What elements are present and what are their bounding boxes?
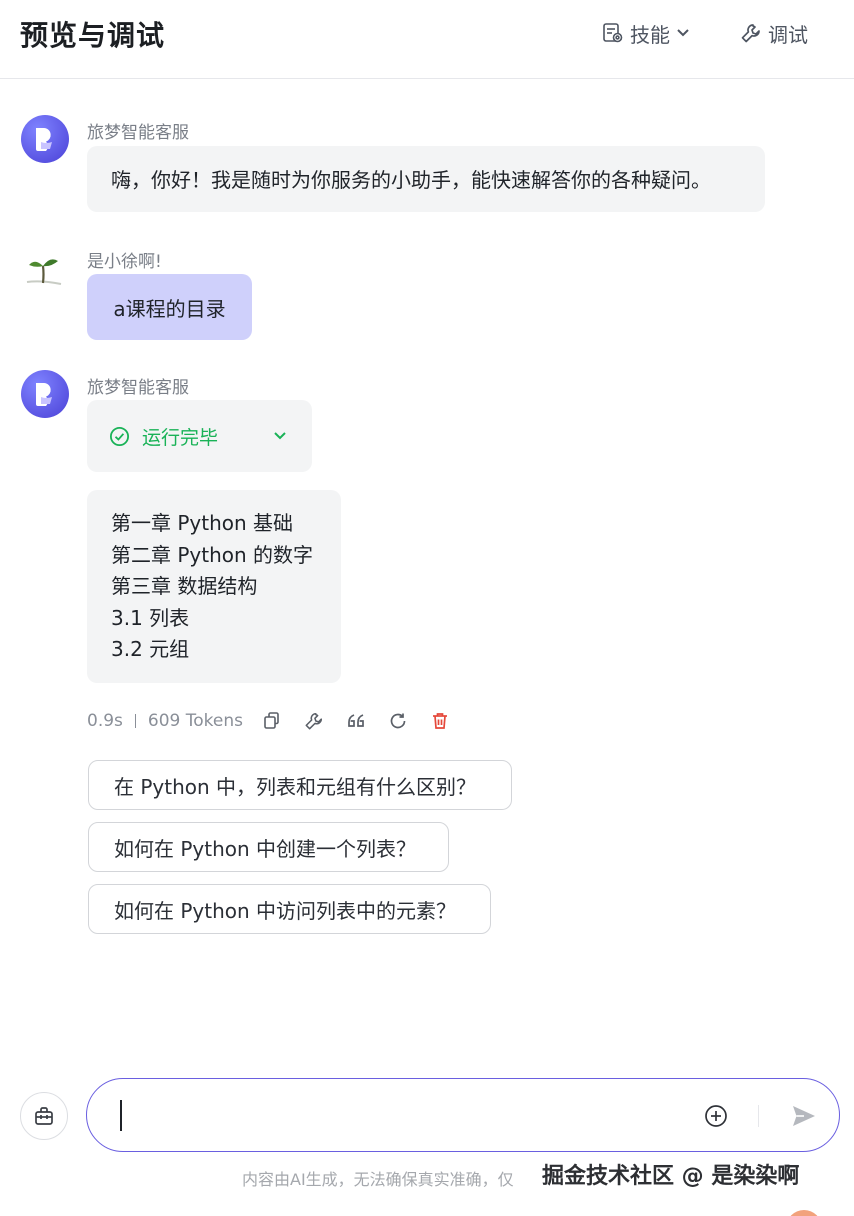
suggestion-chip[interactable]: 如何在 Python 中访问列表中的元素？ xyxy=(88,884,491,934)
user-avatar xyxy=(21,246,69,294)
user-message-text: a课程的目录 xyxy=(113,296,226,321)
add-attachment-button[interactable] xyxy=(703,1103,729,1129)
quote-icon xyxy=(348,714,364,727)
answer-line: 第一章 Python 基础 xyxy=(111,511,294,535)
send-button[interactable] xyxy=(790,1102,818,1130)
meta-divider xyxy=(134,714,136,728)
bot-answer-bubble: 第一章 Python 基础 第二章 Python 的数字 第三章 数据结构 3.… xyxy=(87,490,341,683)
copy-button[interactable] xyxy=(262,708,304,734)
chevron-down-icon xyxy=(676,26,690,40)
chat-input[interactable] xyxy=(125,1097,685,1135)
user-name: 是小徐啊! xyxy=(87,252,162,272)
text-caret xyxy=(120,1100,122,1131)
debug-action-button[interactable] xyxy=(304,708,346,734)
ai-disclaimer: 内容由AI生成，无法确保真实准确，仅 xyxy=(242,1170,514,1189)
debug-label: 调试 xyxy=(768,22,808,47)
bot-logo-icon xyxy=(36,128,52,151)
preview-debug-panel: 预览与调试 技能 调试 旅梦智能客服 嗨，你好！我是随时为你服务的小助手，能快速… xyxy=(0,0,854,1216)
bot-greeting-bubble: 嗨，你好！我是随时为你服务的小助手，能快速解答你的各种疑问。 xyxy=(87,146,765,212)
answer-meta: 0.9s 609 Tokens xyxy=(87,707,243,735)
refresh-icon xyxy=(390,713,406,729)
suggestion-chip[interactable]: 如何在 Python 中创建一个列表？ xyxy=(88,822,449,872)
answer-line: 第三章 数据结构 xyxy=(111,574,258,598)
trash-icon xyxy=(433,713,447,729)
suggestion-text: 如何在 Python 中创建一个列表？ xyxy=(114,836,417,861)
skill-label: 技能 xyxy=(630,22,670,47)
suggestion-text: 如何在 Python 中访问列表中的元素？ xyxy=(114,898,457,923)
bot-name: 旅梦智能客服 xyxy=(87,378,189,398)
bot-greeting-text: 嗨，你好！我是随时为你服务的小助手，能快速解答你的各种疑问。 xyxy=(111,168,711,192)
bot-avatar xyxy=(21,370,69,418)
wrench-icon xyxy=(740,22,762,44)
debug-button[interactable]: 调试 xyxy=(740,18,808,48)
page-title: 预览与调试 xyxy=(20,19,166,52)
chat-input-container xyxy=(86,1078,840,1152)
answer-line: 第二章 Python 的数字 xyxy=(111,542,314,567)
header: 预览与调试 技能 调试 xyxy=(0,0,854,79)
suggestion-chip[interactable]: 在 Python 中，列表和元组有什么区别？ xyxy=(88,760,512,810)
copy-icon xyxy=(264,712,279,729)
skill-doc-icon xyxy=(602,22,624,44)
run-status-card[interactable]: 运行完毕 xyxy=(87,400,312,472)
wrench-icon xyxy=(305,712,323,730)
regenerate-button[interactable] xyxy=(388,708,430,734)
toolbox-button[interactable] xyxy=(20,1092,68,1140)
bot-avatar xyxy=(21,115,69,163)
skill-dropdown-button[interactable]: 技能 xyxy=(602,18,690,48)
run-status-label: 运行完毕 xyxy=(142,426,219,449)
toolbox-icon xyxy=(35,1107,53,1125)
response-duration: 0.9s xyxy=(87,711,123,731)
chevron-down-icon[interactable] xyxy=(272,427,288,449)
answer-line: 3.1 列表 xyxy=(111,605,190,630)
sprout-image xyxy=(26,259,62,285)
input-divider xyxy=(758,1105,759,1127)
suggestion-text: 在 Python 中，列表和元组有什么区别？ xyxy=(114,774,477,799)
answer-line: 3.2 元组 xyxy=(111,637,190,661)
floating-avatar[interactable] xyxy=(786,1210,822,1216)
bot-logo-icon xyxy=(36,383,52,406)
check-circle-icon xyxy=(109,426,130,447)
user-message-bubble: a课程的目录 xyxy=(87,274,252,340)
send-icon xyxy=(793,1106,815,1126)
answer-content: 第一章 Python 基础 第二章 Python 的数字 第三章 数据结构 3.… xyxy=(111,508,341,666)
delete-button[interactable] xyxy=(430,708,472,734)
watermark: 掘金技术社区 @ 是染染啊 xyxy=(542,1164,800,1189)
token-count: 609 Tokens xyxy=(147,711,243,731)
plus-circle-icon xyxy=(705,1105,727,1127)
bot-name: 旅梦智能客服 xyxy=(87,123,189,143)
message-actions xyxy=(262,708,472,734)
quote-button[interactable] xyxy=(346,708,388,734)
